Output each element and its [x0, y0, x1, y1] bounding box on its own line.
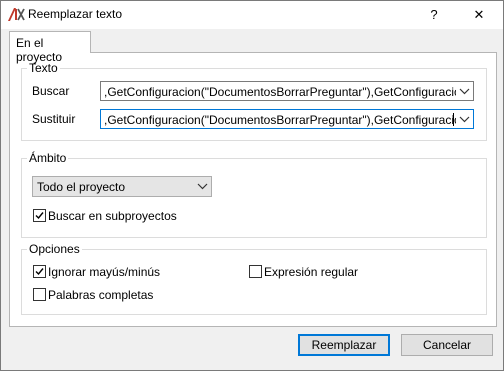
chevron-down-icon [197, 183, 208, 190]
scope-dropdown-arrow[interactable] [194, 177, 211, 196]
scope-select-value: Todo el proyecto [37, 180, 126, 194]
chevron-down-icon [459, 88, 470, 95]
replace-text-dialog: Reemplazar texto ? ✕ En el proyecto Text… [0, 0, 504, 371]
replace-input-value: ,GetConfiguracion("DocumentosBorrarPregu… [104, 113, 474, 127]
whole-words-label[interactable]: Palabras completas [48, 288, 153, 302]
replace-history-dropdown[interactable] [456, 110, 473, 128]
regex-checkbox[interactable] [249, 265, 262, 278]
chevron-down-icon [459, 116, 470, 123]
search-input[interactable]: ,GetConfiguracion("DocumentosBorrarPregu… [100, 81, 474, 101]
buscar-label: Buscar [32, 84, 70, 98]
search-input-value: ,GetConfiguracion("DocumentosBorrarPregu… [104, 85, 474, 99]
checkmark-icon [35, 212, 44, 220]
subprojects-checkbox[interactable] [33, 209, 46, 222]
ignore-case-checkbox[interactable] [33, 265, 46, 278]
search-history-dropdown[interactable] [456, 82, 473, 100]
scope-select[interactable]: Todo el proyecto [32, 176, 212, 197]
tab-en-el-proyecto[interactable]: En el proyecto [9, 31, 91, 64]
title-bar[interactable]: Reemplazar texto ? ✕ [1, 1, 503, 29]
checkmark-icon [35, 268, 44, 276]
texto-group: Texto [21, 61, 487, 141]
close-icon[interactable]: ✕ [457, 1, 501, 29]
whole-words-checkbox[interactable] [33, 288, 46, 301]
window-title: Reemplazar texto [28, 7, 123, 21]
ambito-group-label: Ámbito [27, 151, 69, 165]
cancel-button[interactable]: Cancelar [401, 334, 493, 356]
replace-button[interactable]: Reemplazar [298, 334, 390, 356]
opciones-group: Opciones [21, 242, 487, 315]
regex-label[interactable]: Expresión regular [264, 265, 358, 279]
ambito-group: Ámbito [21, 151, 487, 238]
ignore-case-label[interactable]: Ignorar mayús/minús [48, 265, 160, 279]
help-button[interactable]: ? [412, 1, 456, 29]
subprojects-label[interactable]: Buscar en subproyectos [48, 209, 177, 223]
text-caret [453, 113, 454, 126]
tab-label: En el proyecto [16, 36, 63, 64]
sustituir-label: Sustituir [32, 112, 76, 126]
app-logo-icon [7, 6, 25, 23]
replace-input[interactable]: ,GetConfiguracion("DocumentosBorrarPregu… [100, 109, 474, 129]
opciones-group-label: Opciones [27, 242, 82, 256]
